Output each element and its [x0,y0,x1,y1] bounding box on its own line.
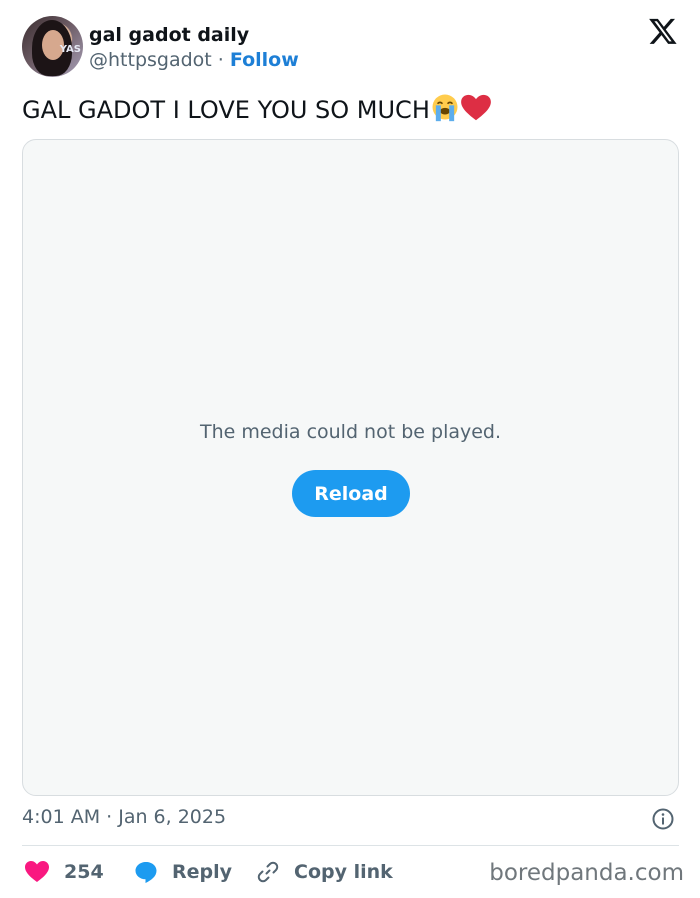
divider [22,845,679,846]
heart-icon [25,861,49,882]
tweet-text-content: GAL GADOT I LOVE YOU SO MUCH [22,96,430,124]
reply-label: Reply [172,861,233,883]
copy-link-label: Copy link [294,861,393,883]
reload-button[interactable]: Reload [292,470,410,517]
author-handle[interactable]: @httpsgadot [89,49,212,71]
avatar[interactable]: YAS [22,16,83,77]
loudly-crying-face-emoji [432,94,458,122]
handle-separator: · [217,49,224,71]
follow-link[interactable]: Follow [230,49,299,71]
reply-button[interactable]: Reply [134,856,232,888]
tweet-text: GAL GADOT I LOVE YOU SO MUCH [22,92,492,124]
tweet-actions: 254 Reply Copy link [22,856,502,888]
tweet-card: YAS gal gadot daily @httpsgadot · Follow… [0,0,700,898]
like-button[interactable]: 254 [24,856,104,888]
reply-bubble-icon [135,862,157,883]
author-display-name[interactable]: gal gadot daily [89,24,249,46]
red-heart-emoji [460,94,491,121]
link-icon [257,861,279,883]
watermark: boredpanda.com [489,860,684,886]
media-error-message: The media could not be played. [199,421,502,443]
avatar-tag: YAS [59,44,81,55]
like-count: 254 [64,861,104,883]
tweet-header: YAS gal gadot daily @httpsgadot · Follow [22,16,680,78]
x-logo-icon[interactable] [648,16,678,46]
info-icon[interactable] [651,807,675,831]
copy-link-button[interactable]: Copy link [256,856,393,888]
author-handle-row: @httpsgadot · Follow [89,49,299,71]
media-container[interactable]: The media could not be played. Reload [22,139,679,796]
tweet-timestamp[interactable]: 4:01 AM · Jan 6, 2025 [22,806,226,828]
